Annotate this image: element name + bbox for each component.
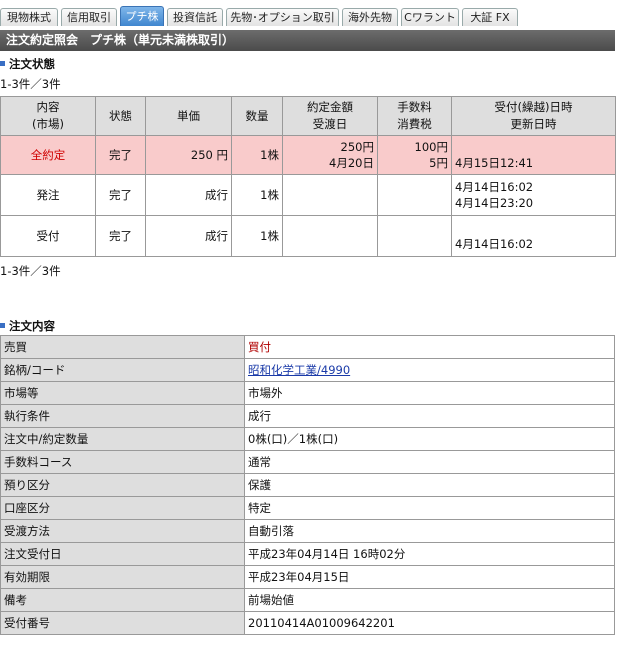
detail-value: 20110414A01009642201	[244, 611, 615, 635]
cell-uketsuke: 4月15日12:41	[451, 135, 616, 175]
detail-row-uketsukebi: 注文受付日 平成23年04月14日 16時02分	[0, 542, 615, 566]
detail-row-course: 手数料コース 通常	[0, 450, 615, 474]
col-header-naiyo: 内容 (市場)	[0, 96, 96, 136]
detail-row-bango: 受付番号 20110414A01009642201	[0, 611, 615, 635]
detail-key: 手数料コース	[0, 450, 245, 474]
cell-kingaku: 250円 4月20日	[282, 135, 378, 175]
cell-kingaku	[282, 174, 378, 216]
cell-tesuryo	[377, 215, 452, 257]
detail-key: 備考	[0, 588, 245, 612]
cell-tesuryo	[377, 174, 452, 216]
status-section-title: 注文状態	[9, 57, 55, 71]
order-status-table: 内容 (市場) 状態 単価 数量 約定金額 受渡日 手数料 消費税 受付(繰越)日時更…	[0, 96, 616, 257]
cell-suryo: 1株	[231, 135, 283, 175]
detail-row-shijo: 市場等 市場外	[0, 381, 615, 405]
detail-value: 市場外	[244, 381, 615, 405]
col-header-suryo: 数量	[231, 96, 283, 136]
cell-kingaku	[282, 215, 378, 257]
cell-tesuryo: 100円 5円	[377, 135, 452, 175]
tab-kaigai-sakimono[interactable]: 海外先物	[342, 8, 398, 26]
table-row: 発注 完了 成行 1株 4月14日16:02 4月14日23:20	[0, 174, 616, 216]
result-count-bottom: 1-3件／3件	[0, 264, 61, 278]
detail-value: 特定	[244, 496, 615, 520]
cell-jotai: 完了	[95, 174, 146, 216]
tab-daisho-fx[interactable]: 大証 FX	[462, 8, 518, 26]
col-header-jotai: 状態	[95, 96, 146, 136]
detail-key: 受付番号	[0, 611, 245, 635]
order-detail-table: 売買 買付 銘柄/コード 昭和化学工業/4990 市場等 市場外 執行条件 成行 注文中…	[0, 335, 615, 635]
bullet-icon	[0, 61, 5, 66]
detail-row-koza: 口座区分 特定	[0, 496, 615, 520]
detail-key: 銘柄/コード	[0, 358, 245, 382]
detail-value: 成行	[244, 404, 615, 428]
detail-row-ukewatashi: 受渡方法 自動引落	[0, 519, 615, 543]
table-row: 受付 完了 成行 1株 4月14日16:02	[0, 215, 616, 257]
cell-tanka: 成行	[145, 174, 232, 216]
detail-value: 自動引落	[244, 519, 615, 543]
detail-key: 受渡方法	[0, 519, 245, 543]
tab-toshin[interactable]: 投資信託	[167, 8, 223, 26]
tab-puchikabu[interactable]: プチ株	[120, 6, 164, 26]
stock-link[interactable]: 昭和化学工業/4990	[248, 363, 350, 377]
cell-tanka: 250 円	[145, 135, 232, 175]
status-section-heading: 注文状態	[0, 56, 55, 72]
tab-bar: 現物株式 信用取引 プチ株 投資信託 先物･オプション取引 海外先物 Cワラント…	[0, 6, 621, 36]
status-header-row: 内容 (市場) 状態 単価 数量 約定金額 受渡日 手数料 消費税 受付(繰越)日時更…	[0, 96, 616, 136]
detail-key: 注文中/約定数量	[0, 427, 245, 451]
detail-row-biko: 備考 前場始値	[0, 588, 615, 612]
cell-jotai: 完了	[95, 215, 146, 257]
cell-jotai: 完了	[95, 135, 146, 175]
col-header-uketsuke: 受付(繰越)日時 更新日時	[451, 96, 616, 136]
detail-key: 口座区分	[0, 496, 245, 520]
bullet-icon	[0, 323, 5, 328]
cell-tanka: 成行	[145, 215, 232, 257]
detail-value: 平成23年04月14日 16時02分	[244, 542, 615, 566]
detail-row-shikko: 執行条件 成行	[0, 404, 615, 428]
detail-key: 預り区分	[0, 473, 245, 497]
tab-c-warrant[interactable]: Cワラント	[401, 8, 459, 26]
detail-value: 昭和化学工業/4990	[244, 358, 615, 382]
col-header-tesuryo: 手数料 消費税	[377, 96, 452, 136]
cell-naiyo: 受付	[0, 215, 96, 257]
detail-row-suryo: 注文中/約定数量 0株(口)／1株(口)	[0, 427, 615, 451]
table-row: 全約定 完了 250 円 1株 250円 4月20日 100円 5円 4月15日12…	[0, 135, 616, 175]
col-header-tanka: 単価	[145, 96, 232, 136]
detail-value: 買付	[244, 335, 615, 359]
detail-row-baibai: 売買 買付	[0, 335, 615, 359]
cell-uketsuke: 4月14日16:02	[451, 215, 616, 257]
detail-key: 執行条件	[0, 404, 245, 428]
col-header-kingaku: 約定金額 受渡日	[282, 96, 378, 136]
detail-value: 通常	[244, 450, 615, 474]
tab-genbutsu[interactable]: 現物株式	[0, 8, 58, 26]
cell-uketsuke: 4月14日16:02 4月14日23:20	[451, 174, 616, 216]
detail-value: 平成23年04月15日	[244, 565, 615, 589]
detail-value: 前場始値	[244, 588, 615, 612]
cell-naiyo: 発注	[0, 174, 96, 216]
detail-value: 0株(口)／1株(口)	[244, 427, 615, 451]
detail-value: 保護	[244, 473, 615, 497]
tab-sakimono-option[interactable]: 先物･オプション取引	[226, 8, 339, 26]
cell-suryo: 1株	[231, 215, 283, 257]
detail-row-azukari: 預り区分 保護	[0, 473, 615, 497]
result-count-top: 1-3件／3件	[0, 77, 61, 91]
detail-key: 有効期限	[0, 565, 245, 589]
cell-suryo: 1株	[231, 174, 283, 216]
detail-row-meigara: 銘柄/コード 昭和化学工業/4990	[0, 358, 615, 382]
page-title: 注文約定照会 プチ株（単元未満株取引）	[0, 30, 615, 51]
detail-key: 注文受付日	[0, 542, 245, 566]
tab-shinyo[interactable]: 信用取引	[61, 8, 117, 26]
detail-section-title: 注文内容	[9, 319, 55, 333]
detail-section-heading: 注文内容	[0, 318, 55, 334]
cell-naiyo: 全約定	[0, 135, 96, 175]
detail-key: 市場等	[0, 381, 245, 405]
detail-row-kigen: 有効期限 平成23年04月15日	[0, 565, 615, 589]
detail-key: 売買	[0, 335, 245, 359]
